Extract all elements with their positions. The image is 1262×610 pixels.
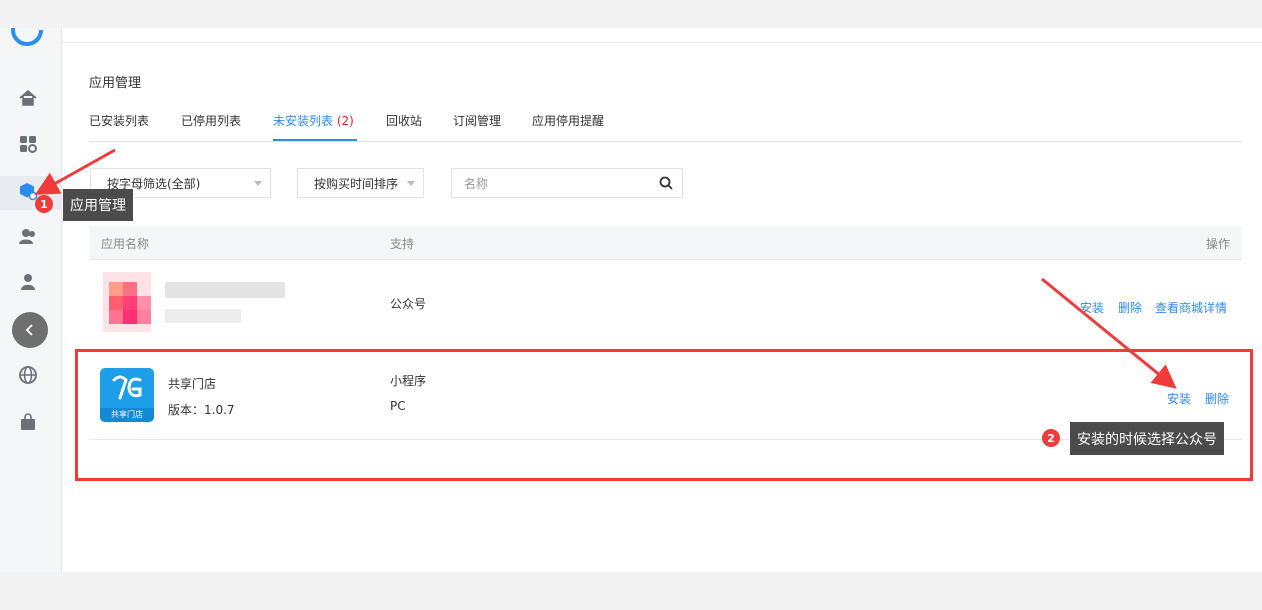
tab-count: (2)	[336, 114, 354, 128]
annotation-tooltip: 应用管理	[63, 189, 133, 221]
support-value: 公众号	[390, 297, 427, 311]
app-management-icon[interactable]	[18, 181, 38, 201]
annotation-badge: 2	[1042, 429, 1060, 447]
chevron-down-icon	[254, 181, 262, 186]
tab-subscriptions[interactable]: 订阅管理	[453, 112, 501, 129]
page-title: 应用管理	[89, 76, 142, 91]
tab-disable-reminder[interactable]: 应用停用提醒	[532, 112, 604, 129]
divider	[62, 42, 1262, 43]
collapse-sidebar-button[interactable]	[12, 312, 48, 348]
home-icon[interactable]	[18, 88, 38, 108]
bottom-bar	[0, 572, 1262, 610]
tab-bar: 已安装列表 已停用列表 未安装列表 (2) 回收站 订阅管理 应用停用提醒	[89, 110, 1242, 142]
table-row: 公众号 安装 删除 查看商城详情	[89, 261, 1242, 341]
column-header-name: 应用名称	[101, 237, 150, 251]
top-bar	[0, 0, 1262, 28]
tab-installed[interactable]: 已安装列表	[89, 112, 149, 129]
user-lock-icon[interactable]	[18, 272, 38, 292]
tab-label: 未安装列表	[273, 114, 334, 128]
blurred-app-name	[165, 282, 285, 298]
sort-value: 按购买时间排序	[314, 176, 399, 191]
tab-disabled[interactable]: 已停用列表	[181, 112, 241, 129]
main-content: 应用管理 已安装列表 已停用列表 未安装列表 (2) 回收站 订阅管理 应用停用…	[62, 28, 1262, 572]
blurred-app-icon	[103, 272, 151, 332]
install-button[interactable]: 安装	[1080, 299, 1104, 316]
tab-recycle-bin[interactable]: 回收站	[386, 112, 422, 129]
chevron-down-icon	[407, 181, 415, 186]
users-icon[interactable]	[18, 227, 38, 247]
sidebar	[0, 28, 62, 572]
globe-icon[interactable]	[18, 365, 38, 385]
column-header-support: 支持	[390, 237, 415, 251]
shopping-bag-icon[interactable]	[18, 412, 38, 432]
chevron-left-icon	[25, 324, 33, 336]
column-header-actions: 操作	[1205, 237, 1230, 251]
active-tab-indicator	[273, 139, 357, 141]
highlight-box	[75, 349, 1253, 481]
logo	[8, 28, 46, 50]
blurred-app-version	[165, 309, 241, 323]
annotation-badge: 1	[35, 195, 53, 213]
table-header: 应用名称 支持 操作	[89, 226, 1242, 260]
search-icon[interactable]	[659, 176, 673, 190]
tab-not-installed[interactable]: 未安装列表 (2)	[273, 112, 354, 129]
view-store-details-link[interactable]: 查看商城详情	[1155, 299, 1227, 316]
apps-settings-icon[interactable]	[18, 134, 38, 154]
search-box	[451, 168, 683, 198]
sort-select[interactable]: 按购买时间排序	[297, 168, 424, 198]
delete-button[interactable]: 删除	[1118, 299, 1142, 316]
search-input[interactable]	[464, 175, 644, 192]
annotation-tooltip: 安装的时候选择公众号	[1070, 422, 1224, 455]
